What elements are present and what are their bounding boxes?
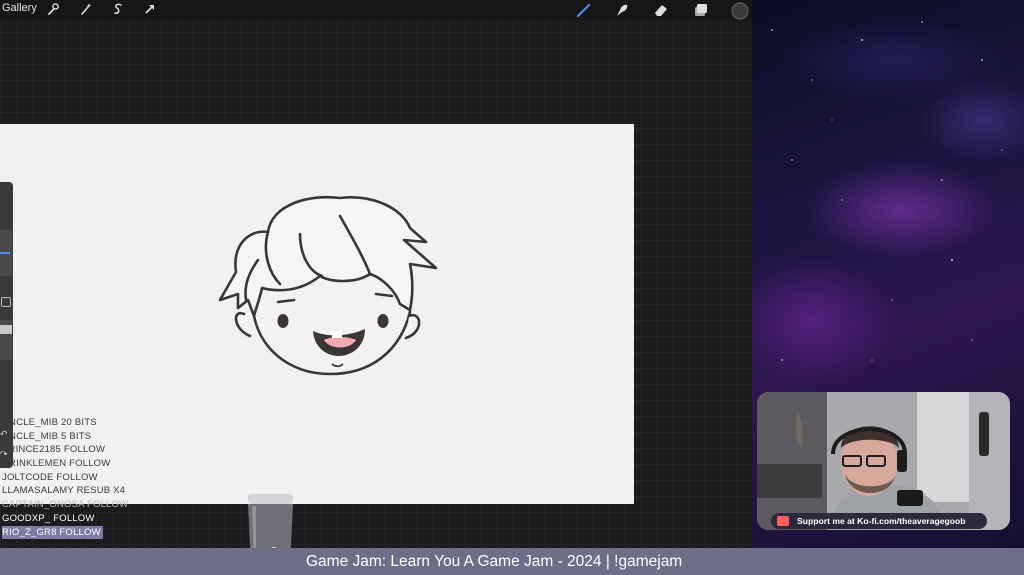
- event-item: JOLTCODE FOLLOW: [2, 471, 98, 483]
- event-item: CAPTAIN_ONOSA FOLLOW: [2, 499, 129, 511]
- event-item: PRINCE2185 FOLLOW: [2, 444, 106, 456]
- event-item: CRINKLEMEN FOLLOW: [2, 458, 111, 470]
- wrench-icon[interactable]: [45, 2, 61, 18]
- smudge-icon[interactable]: [614, 2, 630, 18]
- stream-title: Game Jam: Learn You A Game Jam - 2024 | …: [306, 553, 683, 570]
- procreate-toolbar: Gallery: [0, 0, 752, 20]
- selection-s-icon[interactable]: [110, 2, 126, 18]
- opacity-indicator: [0, 325, 12, 334]
- kofi-support-text: Support me at Ko-fi.com/theaveragegoob: [797, 516, 966, 526]
- event-item-latest: RIO_Z_GR8 FOLLOW: [2, 525, 103, 540]
- layers-icon[interactable]: [693, 2, 709, 18]
- event-item: UNCLE_MIB 5 BITS: [2, 430, 92, 442]
- modify-square-icon[interactable]: [1, 297, 11, 307]
- kofi-cup-icon: [777, 516, 789, 526]
- brush-icon[interactable]: [576, 2, 592, 18]
- gallery-button[interactable]: Gallery: [2, 2, 37, 14]
- color-swatch-icon[interactable]: [731, 2, 749, 20]
- event-item-wrapper: RIO_Z_GR8 FOLLOW: [2, 525, 128, 540]
- magic-wand-icon[interactable]: [78, 2, 94, 18]
- stream-title-bar: Game Jam: Learn You A Game Jam - 2024 | …: [0, 548, 1024, 575]
- event-item: LLAMASALAMY RESUB X4: [2, 485, 126, 497]
- brush-size-indicator: [0, 252, 10, 254]
- arrow-transform-icon[interactable]: [142, 2, 158, 18]
- webcam-feed: [757, 392, 1010, 530]
- event-item: GOODXP_ FOLLOW: [2, 512, 95, 524]
- stream-event-feed: UNCLE_MIB 20 BITS UNCLE_MIB 5 BITS PRINC…: [2, 416, 129, 540]
- eraser-icon[interactable]: [653, 2, 669, 18]
- event-item: UNCLE_MIB 20 BITS: [2, 417, 97, 428]
- kofi-support-banner[interactable]: Support me at Ko-fi.com/theaveragegoob: [771, 513, 987, 529]
